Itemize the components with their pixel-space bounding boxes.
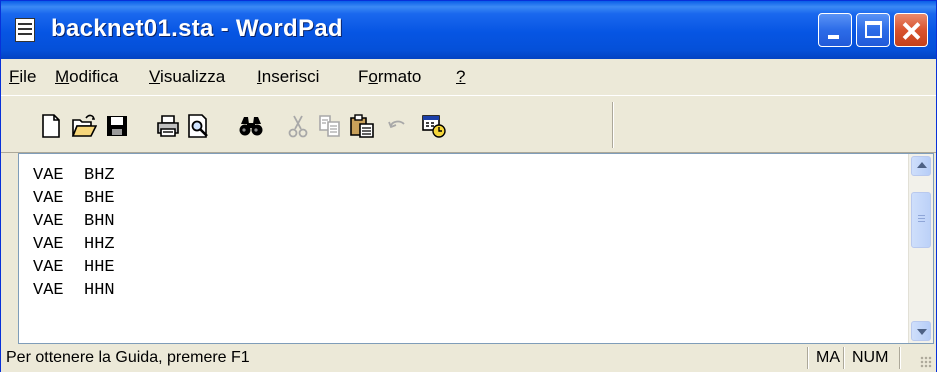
find-binoculars-icon[interactable] xyxy=(238,113,264,139)
copy-icon[interactable] xyxy=(317,113,343,139)
menu-visualizza[interactable]: Visualizza xyxy=(149,67,225,87)
text-line: VAE BHE xyxy=(33,189,115,208)
status-bar: Per ottenere la Guida, premere F1 MA NUM xyxy=(1,344,936,372)
wordpad-document-icon[interactable] xyxy=(15,18,35,42)
resize-grip[interactable] xyxy=(920,356,932,368)
text-line: VAE HHE xyxy=(33,258,115,277)
undo-icon[interactable] xyxy=(385,113,411,139)
vertical-scrollbar[interactable] xyxy=(908,154,933,343)
title-bar[interactable]: backnet01.sta - WordPad xyxy=(1,1,936,59)
menu-file[interactable]: File xyxy=(9,67,36,87)
window-title: backnet01.sta - WordPad xyxy=(51,15,343,42)
minimize-button[interactable] xyxy=(818,13,852,47)
menu-modifica[interactable]: Modifica xyxy=(55,67,118,87)
new-document-icon[interactable] xyxy=(38,113,64,139)
text-line: VAE BHN xyxy=(33,212,115,231)
close-button[interactable] xyxy=(894,13,928,47)
menu-formato[interactable]: Formato xyxy=(358,67,421,87)
menu-bar: File Modifica Visualizza Inserisci Forma… xyxy=(1,59,936,93)
open-folder-icon[interactable] xyxy=(71,113,97,139)
status-help-text: Per ottenere la Guida, premere F1 xyxy=(6,349,250,366)
num-lock-indicator: NUM xyxy=(843,347,902,369)
text-line: VAE HHN xyxy=(33,281,115,300)
paste-clipboard-icon[interactable] xyxy=(349,113,375,139)
insert-date-time-icon[interactable] xyxy=(421,113,447,139)
cut-scissors-icon[interactable] xyxy=(285,113,311,139)
scrollbar-thumb[interactable] xyxy=(911,192,931,248)
document-text-area[interactable]: VAE BHZ VAE BHE VAE BHN VAE HHZ VAE HHE … xyxy=(18,153,934,344)
scroll-up-button[interactable] xyxy=(911,156,931,176)
wordpad-window: backnet01.sta - WordPad File Modifica Vi… xyxy=(0,0,937,372)
text-line: VAE BHZ xyxy=(33,166,115,185)
text-line: VAE HHZ xyxy=(33,235,115,254)
menu-inserisci[interactable]: Inserisci xyxy=(257,67,319,87)
document-content: VAE BHZ VAE BHE VAE BHN VAE HHZ VAE HHE … xyxy=(33,164,115,302)
print-preview-icon[interactable] xyxy=(186,113,212,139)
print-icon[interactable] xyxy=(155,113,181,139)
scroll-down-button[interactable] xyxy=(911,321,931,341)
menu-help[interactable]: ? xyxy=(456,67,465,87)
maximize-button[interactable] xyxy=(856,13,890,47)
toolbar xyxy=(1,95,936,153)
save-disk-icon[interactable] xyxy=(104,113,130,139)
